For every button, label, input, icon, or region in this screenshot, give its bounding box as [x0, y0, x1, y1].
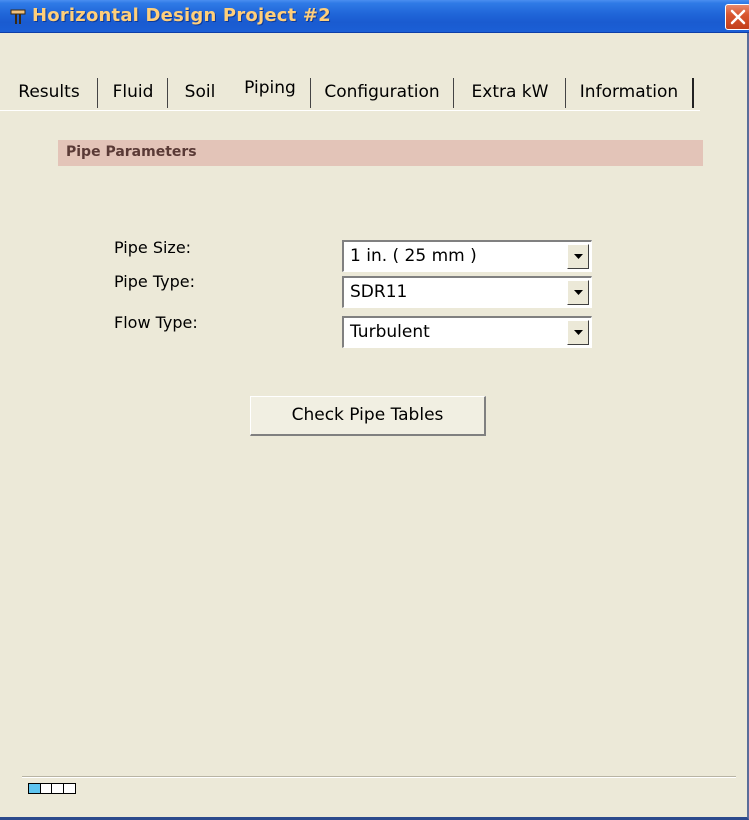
pipe-type-dropdown-button[interactable]	[567, 280, 589, 305]
tab-fluid[interactable]: Fluid	[101, 74, 165, 110]
tab-results[interactable]: Results	[2, 74, 96, 110]
tab-divider	[97, 78, 98, 108]
flow-type-dropdown-button[interactable]	[567, 320, 589, 345]
tab-bar: Results Fluid Soil Piping Configuration …	[0, 74, 749, 110]
tab-soil[interactable]: Soil	[171, 74, 229, 110]
flow-type-label: Flow Type:	[114, 313, 198, 332]
progress-segment	[52, 784, 64, 793]
tab-panel-border	[0, 110, 700, 111]
app-window: Horizontal Design Project #2 Results Flu…	[0, 0, 749, 820]
flow-type-value: Turbulent	[350, 322, 430, 342]
tab-divider	[310, 78, 311, 108]
t-shape-icon	[10, 9, 26, 25]
pipe-size-dropdown-button[interactable]	[567, 244, 589, 269]
pipe-size-value: 1 in. ( 25 mm )	[350, 246, 477, 266]
tab-divider	[565, 78, 566, 108]
pipe-type-select[interactable]: SDR11	[342, 276, 592, 308]
chevron-down-icon	[574, 290, 583, 295]
progress-segment	[64, 784, 76, 793]
tab-divider	[692, 78, 694, 108]
tab-extra-kw[interactable]: Extra kW	[457, 74, 563, 110]
section-header: Pipe Parameters	[58, 140, 703, 166]
status-divider	[22, 776, 736, 778]
close-icon	[730, 9, 746, 25]
tab-configuration[interactable]: Configuration	[314, 74, 450, 110]
flow-type-select[interactable]: Turbulent	[342, 316, 592, 348]
title-bar[interactable]: Horizontal Design Project #2	[0, 0, 749, 33]
tab-divider	[167, 78, 168, 108]
progress-segment	[41, 784, 52, 793]
tab-piping[interactable]: Piping	[232, 68, 308, 108]
pipe-size-select[interactable]: 1 in. ( 25 mm )	[342, 240, 592, 272]
progress-segment	[29, 784, 41, 793]
close-button[interactable]	[725, 4, 749, 30]
pipe-size-label: Pipe Size:	[114, 238, 192, 257]
progress-indicator	[28, 783, 76, 794]
tab-divider	[453, 78, 454, 108]
section-title: Pipe Parameters	[66, 144, 197, 160]
pipe-type-label: Pipe Type:	[114, 272, 195, 291]
check-pipe-tables-button[interactable]: Check Pipe Tables	[250, 396, 486, 436]
pipe-type-value: SDR11	[350, 282, 408, 302]
tab-information[interactable]: Information	[569, 74, 689, 110]
chevron-down-icon	[574, 254, 583, 259]
chevron-down-icon	[574, 330, 583, 335]
window-title: Horizontal Design Project #2	[32, 5, 331, 26]
